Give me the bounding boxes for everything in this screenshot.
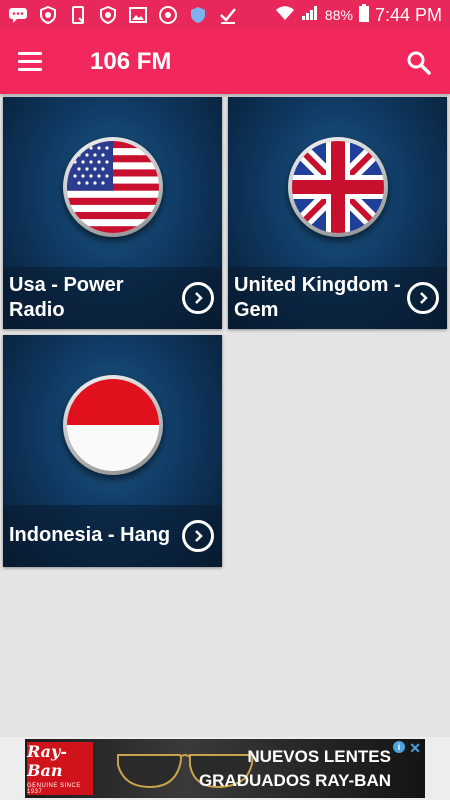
uk-flag-icon xyxy=(288,137,388,237)
battery-percent: 88% xyxy=(324,7,353,23)
chevron-right-icon[interactable] xyxy=(182,282,214,314)
shield-badge-icon xyxy=(188,6,208,24)
app-title: 106 FM xyxy=(90,48,172,75)
chevron-right-icon[interactable] xyxy=(407,282,439,314)
ad-banner[interactable]: Ray-Ban GENUINE SINCE 1937 NUEVOS LENTES… xyxy=(25,739,425,798)
check-icon xyxy=(218,6,238,24)
shield-icon xyxy=(98,6,118,24)
status-bar: 88% 7:44 PM xyxy=(0,0,450,30)
chevron-right-icon[interactable] xyxy=(182,520,214,552)
hamburger-menu-icon[interactable] xyxy=(18,52,42,72)
clock: 7:44 PM xyxy=(374,4,442,25)
system-status: 88% 7:44 PM xyxy=(275,0,442,30)
notification-icons xyxy=(0,6,238,24)
search-icon[interactable] xyxy=(406,50,432,76)
station-card-usa[interactable]: Usa - Power Radio xyxy=(3,97,222,329)
image-icon xyxy=(128,6,148,24)
ad-headline-2: GRADUADOS RAY-BAN xyxy=(198,771,391,790)
rayban-logo: Ray-Ban GENUINE SINCE 1937 xyxy=(27,742,93,795)
usa-flag-icon xyxy=(63,137,163,237)
card-caption: United Kingdom - Gem xyxy=(228,267,447,329)
phone-icon xyxy=(68,6,88,24)
shield-icon xyxy=(38,6,58,24)
indonesia-flag-icon xyxy=(63,375,163,475)
station-card-uk[interactable]: United Kingdom - Gem xyxy=(228,97,447,329)
ad-info-icon[interactable]: i xyxy=(393,741,405,753)
ad-bar: Ray-Ban GENUINE SINCE 1937 NUEVOS LENTES… xyxy=(0,737,450,800)
signal-icon xyxy=(301,5,319,25)
ad-headline: NUEVOS LENTES GRADUADOS RAY-BAN xyxy=(199,745,391,793)
card-caption: Usa - Power Radio xyxy=(3,267,222,329)
ad-headline-1: NUEVOS LENTES xyxy=(247,747,391,766)
station-label: Indonesia - Hang xyxy=(9,524,171,546)
station-label: Usa - Power Radio xyxy=(9,274,124,321)
ad-brand-sub: GENUINE SINCE 1937 xyxy=(27,783,81,795)
ad-close-icon[interactable]: ✕ xyxy=(409,740,421,757)
messaging-icon xyxy=(8,6,28,24)
chrome-icon xyxy=(158,6,178,24)
ad-brand: Ray-Ban xyxy=(27,742,67,780)
station-card-indonesia[interactable]: Indonesia - Hang xyxy=(3,335,222,567)
card-caption: Indonesia - Hang xyxy=(3,505,222,567)
station-label: United Kingdom - Gem xyxy=(234,274,401,321)
app-toolbar: 106 FM xyxy=(0,30,450,94)
battery-icon xyxy=(358,4,369,26)
wifi-icon xyxy=(275,5,295,25)
